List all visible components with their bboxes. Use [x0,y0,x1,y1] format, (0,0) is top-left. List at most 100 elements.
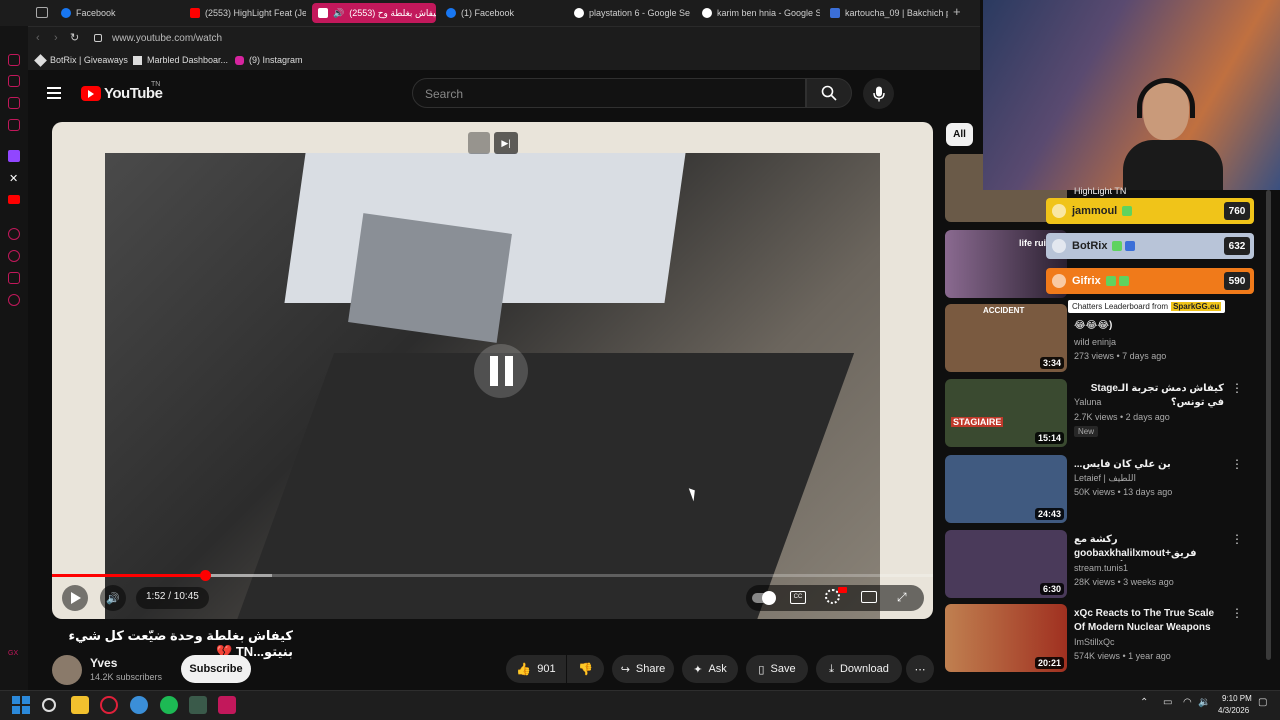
tab-google-karim[interactable]: karim ben hnia - Google S [696,3,820,23]
clock-date[interactable]: 4/3/2026 [1218,706,1249,715]
search-input[interactable]: Search [412,78,806,108]
share-icon: ↪ [620,663,630,676]
tab-overview-icon[interactable] [36,7,48,18]
video-thumbnail[interactable]: STAGIAIRE 15:14 [945,379,1067,447]
url-field[interactable]: www.youtube.com/watch [112,33,222,44]
tab-facebook[interactable]: Facebook [55,3,175,23]
sparkle-icon: ✦ [693,663,703,676]
search-icon[interactable] [42,698,56,712]
play-button[interactable] [62,585,88,611]
app-icon[interactable] [218,696,236,714]
dislike-button[interactable]: 👎 [567,655,604,683]
tab-facebook-2[interactable]: (1) Facebook [440,3,564,23]
bookmarks-bar: BotRix | Giveaways Marbled Dashboar... (… [28,50,980,70]
bookmark-instagram[interactable]: (9) Instagram [235,55,303,65]
video-thumbnail[interactable]: 24:43 [945,455,1067,523]
subscribe-button[interactable]: Subscribe [181,655,251,683]
system-tray[interactable]: ⌃ [1140,697,1148,708]
more-options-icon[interactable]: ⋮ [1231,381,1243,395]
video-meta: 273 views • 7 days ago [1074,351,1167,361]
youtube-play-icon [81,86,101,101]
list-item[interactable]: ACCIDENT 3:34 😂😂😂) wild eninja 273 views… [945,304,1245,374]
sidebar-app-icon[interactable] [8,54,20,66]
download-button[interactable]: ⤓ Download [816,655,902,683]
list-item[interactable]: STAGIAIRE 15:14 كيفاش دمش تجربة الـStage… [945,379,1245,449]
channel-name[interactable]: Yves [90,656,117,670]
theater-mode-button[interactable] [861,591,877,603]
wifi-icon[interactable]: ◠ [1183,697,1192,708]
progress-bar[interactable] [52,570,933,581]
settings-icon[interactable] [8,294,20,306]
share-button[interactable]: ↪ Share [612,655,674,683]
list-item[interactable]: 6:30 ركشة مع goobaxkhalilxmout+فريق أكسي… [945,530,1245,600]
speaker-icon[interactable]: 🔊 [333,8,344,19]
voice-search-button[interactable] [863,78,894,109]
app-icon[interactable] [130,696,148,714]
spotify-icon[interactable] [160,696,178,714]
video-title: 😂😂😂) [1074,320,1113,331]
volume-icon[interactable]: 🔉 [1198,697,1210,708]
sidebar-app-icon[interactable] [8,75,20,87]
scrollbar[interactable] [1266,190,1271,660]
video-meta: 2.7K views • 2 days ago [1074,412,1170,422]
avatar[interactable] [52,655,82,685]
clock-time[interactable]: 9:10 PM [1222,694,1252,703]
badge-icon [1125,241,1136,251]
sidebar-send-icon[interactable] [8,272,20,284]
x-icon[interactable]: ✕ [9,172,18,185]
bookmark-botrix[interactable]: BotRix | Giveaways [34,53,128,67]
more-options-icon[interactable]: ⋮ [1231,457,1243,471]
fullscreen-button[interactable]: ⤢ [897,590,907,605]
new-badge: New [1074,426,1099,437]
notification-icon[interactable]: ▢ [1258,697,1267,708]
menu-icon[interactable] [47,87,61,99]
video-thumbnail[interactable]: 6:30 [945,530,1067,598]
reload-icon[interactable]: ↻ [70,31,79,44]
windows-start-icon[interactable] [12,696,30,714]
next-button-overlay[interactable]: ▶| [494,132,518,154]
video-thumbnail[interactable]: 20:21 [945,604,1067,672]
back-icon[interactable]: ‹ [36,32,40,44]
tab-highlight[interactable]: (2553) HighLight Feat (Je [184,3,306,23]
app-icon[interactable] [189,696,207,714]
miniplayer-button[interactable] [468,132,490,154]
twitch-icon[interactable] [8,150,20,162]
tab-current-video[interactable]: 🔊 كيفاش بغلطة وح (2553) [312,3,436,23]
file-explorer-icon[interactable] [71,696,89,714]
video-player[interactable]: ▶| 🔊 1:52 / 10:45 CC ⤢ [52,122,933,619]
new-tab-button[interactable]: + [953,4,961,19]
tab-google-ps6[interactable]: playstation 6 - Google Se [568,3,692,23]
tab-kartoucha[interactable]: kartoucha_09 | Bakchich p [824,3,948,23]
sidebar-history-icon[interactable] [8,228,20,240]
filter-chip-all[interactable]: All [946,123,973,146]
save-button[interactable]: ▯ Save [746,655,808,683]
sidebar-app-icon[interactable] [8,97,20,109]
bookmark-marbled[interactable]: Marbled Dashboar... [133,55,228,65]
ask-button[interactable]: ✦ Ask [682,655,738,683]
video-thumbnail[interactable]: ACCIDENT 3:34 [945,304,1067,372]
video-meta: 28K views • 3 weeks ago [1074,577,1174,587]
more-options-icon[interactable]: ⋮ [1231,606,1243,620]
search-button[interactable] [806,78,852,108]
sidebar-gx-icon[interactable]: GX [8,650,18,657]
more-options-icon[interactable]: ⋮ [1231,532,1243,546]
captions-button[interactable]: CC [790,591,806,604]
sidebar-app-icon[interactable] [8,119,20,131]
sidebar-clock-icon[interactable] [8,250,20,262]
like-button[interactable]: 👍 901 [506,655,566,683]
youtube-icon[interactable] [8,195,20,204]
crown-icon [1052,204,1066,218]
autoplay-toggle[interactable] [752,591,776,605]
pause-indicator-icon[interactable] [474,344,528,398]
video-desk [235,353,855,619]
list-item[interactable]: 20:21 xQc Reacts to The True Scale Of Mo… [945,604,1245,674]
opera-gx-icon[interactable] [100,696,118,714]
list-item[interactable]: 24:43 بن علي كان فايس... Letaief | اللطي… [945,455,1245,525]
google-icon [702,8,712,18]
more-actions-button[interactable]: ⋯ [906,655,934,683]
channel-name: ImStillxQc [1074,637,1115,647]
forward-icon[interactable]: › [54,32,58,44]
network-icon[interactable]: ▭ [1163,697,1172,708]
video-duration: 24:43 [1034,508,1064,520]
volume-button[interactable]: 🔊 [100,585,126,611]
